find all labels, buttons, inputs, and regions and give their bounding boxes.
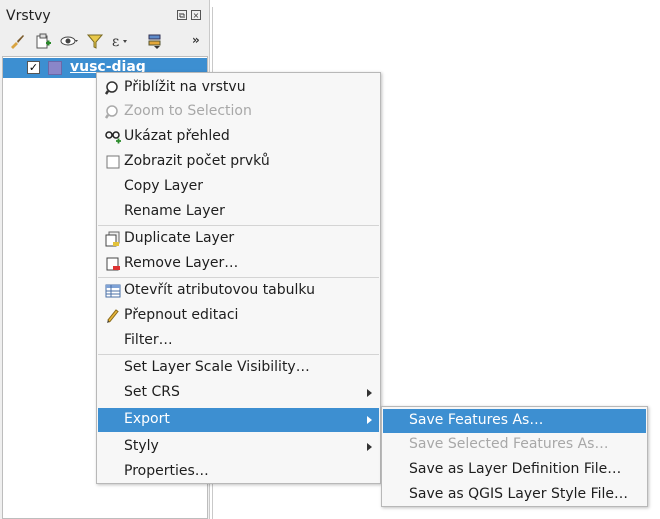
panel-title: Vrstvy <box>6 8 51 24</box>
menu-item-label: Přiblížit na vrstvu <box>124 79 246 95</box>
submenu-item-save-layer-style[interactable]: Save as QGIS Layer Style File… <box>383 483 646 507</box>
submenu-item-label: Save Selected Features As… <box>409 436 609 452</box>
menu-item-label: Export <box>124 411 170 427</box>
layer-context-menu: Přiblížit na vrstvu Zoom to Selection Uk… <box>96 72 381 484</box>
menu-item-label: Ukázat přehled <box>124 128 230 144</box>
menu-item-toggle-editing[interactable]: Přepnout editaci <box>98 304 379 328</box>
pencil-icon <box>107 309 119 323</box>
glasses-plus-icon <box>105 131 121 144</box>
submenu-item-label: Save as QGIS Layer Style File… <box>409 486 628 502</box>
export-submenu: Save Features As… Save Selected Features… <box>381 406 648 507</box>
toolbar-overflow-button[interactable]: » <box>192 33 200 47</box>
style-brush-icon[interactable] <box>8 32 26 50</box>
menu-item-label: Set Layer Scale Visibility… <box>124 359 310 375</box>
remove-layer-icon <box>106 257 120 271</box>
menu-item-zoom-to-selection[interactable]: Zoom to Selection <box>98 100 379 124</box>
menu-item-label: Properties… <box>124 463 209 479</box>
menu-item-show-overview[interactable]: Ukázat přehled <box>98 125 379 149</box>
expression-filter-icon[interactable]: ε <box>110 32 128 50</box>
zoom-icon <box>105 81 118 95</box>
menu-item-label: Remove Layer… <box>124 255 239 271</box>
menu-item-label: Rename Layer <box>124 203 225 219</box>
zoom-icon <box>105 105 118 119</box>
menu-item-label: Zoom to Selection <box>124 103 252 119</box>
menu-separator <box>98 225 379 226</box>
menu-item-label: Přepnout editaci <box>124 307 239 323</box>
submenu-item-save-features-as[interactable]: Save Features As… <box>383 409 646 433</box>
menu-item-set-crs[interactable]: Set CRS <box>98 381 379 405</box>
menu-separator <box>98 354 379 355</box>
menu-item-label: Filter… <box>124 332 173 348</box>
menu-item-label: Otevřít atributovou tabulku <box>124 282 315 298</box>
menu-item-show-feature-count[interactable]: Zobrazit počet prvků <box>98 150 379 174</box>
menu-item-properties[interactable]: Properties… <box>98 460 379 484</box>
duplicate-layer-icon <box>105 231 120 247</box>
menu-item-open-attribute-table[interactable]: Otevřít atributovou tabulku <box>98 279 379 303</box>
submenu-item-save-selected-features-as[interactable]: Save Selected Features As… <box>383 433 646 457</box>
expand-collapse-icon[interactable] <box>146 32 164 50</box>
submenu-arrow-icon <box>367 389 372 397</box>
menu-item-label: Styly <box>124 438 159 454</box>
menu-item-zoom-to-layer[interactable]: Přiblížit na vrstvu <box>98 76 379 100</box>
menu-item-rename-layer[interactable]: Rename Layer <box>98 200 379 224</box>
menu-item-styles[interactable]: Styly <box>98 435 379 459</box>
menu-item-label: Copy Layer <box>124 178 203 194</box>
menu-item-copy-layer[interactable]: Copy Layer <box>98 175 379 199</box>
menu-item-duplicate-layer[interactable]: Duplicate Layer <box>98 227 379 251</box>
menu-item-filter[interactable]: Filter… <box>98 329 379 353</box>
menu-item-label: Zobrazit počet prvků <box>124 153 270 169</box>
svg-text:ε: ε <box>112 34 119 50</box>
submenu-item-label: Save Features As… <box>409 412 544 428</box>
menu-item-set-scale-visibility[interactable]: Set Layer Scale Visibility… <box>98 356 379 380</box>
float-panel-button[interactable]: ⧉ <box>177 10 187 20</box>
visibility-eye-icon[interactable] <box>60 32 78 50</box>
layer-visibility-checkbox[interactable]: ✓ <box>27 61 40 74</box>
table-icon <box>105 284 121 298</box>
submenu-arrow-icon <box>367 443 372 451</box>
menu-separator <box>98 277 379 278</box>
menu-item-label: Set CRS <box>124 384 180 400</box>
submenu-item-label: Save as Layer Definition File… <box>409 461 622 477</box>
menu-item-remove-layer[interactable]: Remove Layer… <box>98 252 379 276</box>
checkbox-icon[interactable] <box>105 154 121 170</box>
submenu-item-save-layer-definition[interactable]: Save as Layer Definition File… <box>383 458 646 482</box>
add-group-icon[interactable] <box>34 32 52 50</box>
layers-toolbar: ε » <box>6 30 206 52</box>
layer-symbol-swatch <box>48 61 62 75</box>
menu-item-export[interactable]: Export <box>98 408 379 432</box>
filter-funnel-icon[interactable] <box>86 32 104 50</box>
close-panel-button[interactable]: × <box>191 10 201 20</box>
submenu-arrow-icon <box>367 416 372 424</box>
menu-item-label: Duplicate Layer <box>124 230 235 246</box>
